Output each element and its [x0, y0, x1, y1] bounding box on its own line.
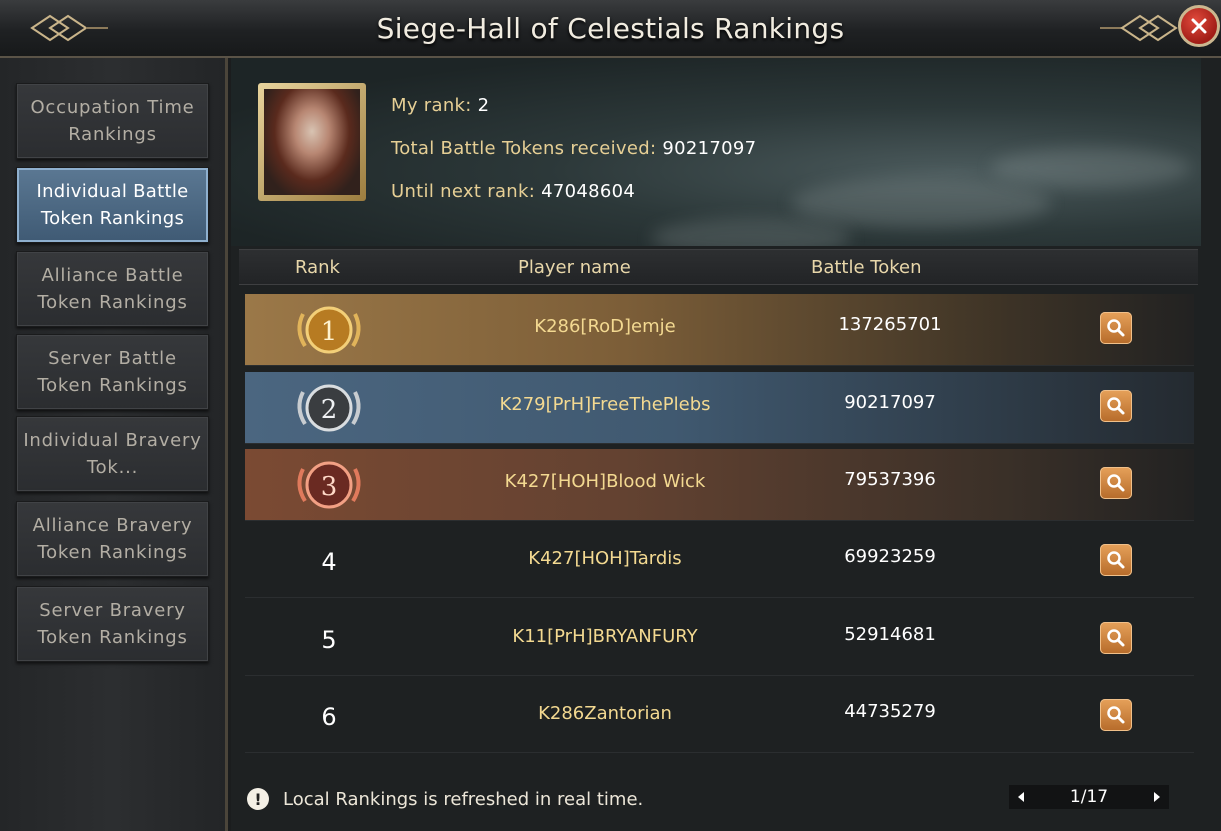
battle-token-value: 79537396	[844, 469, 936, 490]
pagination: 1/17	[1009, 785, 1169, 809]
title-bar: Siege-Hall of Celestials Rankings	[0, 0, 1221, 58]
table-row: 6 K286Zantorian 44735279	[245, 681, 1194, 753]
view-player-button[interactable]	[1100, 467, 1132, 499]
close-icon	[1191, 18, 1207, 34]
rankings-panel: My rank: 2 Total Battle Tokens received: 9…	[231, 58, 1221, 831]
medal-rank-2: 2	[321, 395, 338, 425]
tab-server-battle-token-rankings[interactable]: Server Battle Token Rankings	[16, 334, 209, 410]
next-rank-line: Until next rank: 47048604	[391, 181, 635, 202]
rank-number: 6	[321, 703, 337, 731]
rank-number: 4	[321, 548, 337, 576]
next-page-button[interactable]	[1145, 785, 1169, 809]
total-tokens-line: Total Battle Tokens received: 90217097	[391, 138, 756, 159]
refresh-note-text: Local Rankings is refreshed in real time…	[283, 788, 644, 810]
tab-alliance-battle-token-rankings[interactable]: Alliance Battle Token Rankings	[16, 251, 209, 327]
view-player-button[interactable]	[1100, 699, 1132, 731]
total-tokens-label: Total Battle Tokens received:	[391, 138, 657, 159]
table-row: 2 K279[PrH]FreeThePlebs 90217097	[245, 372, 1194, 444]
battle-token-value: 44735279	[844, 701, 936, 722]
medal-rank-1: 1	[321, 317, 338, 347]
triangle-left-icon	[1018, 792, 1024, 802]
view-player-button[interactable]	[1100, 312, 1132, 344]
silver-medal-icon: 2	[297, 384, 361, 432]
search-icon	[1107, 319, 1125, 337]
rank-medal-gold: 1	[289, 300, 369, 360]
triangle-right-icon	[1154, 792, 1160, 802]
search-icon	[1107, 397, 1125, 415]
search-icon	[1107, 551, 1125, 569]
close-button[interactable]	[1178, 5, 1220, 47]
battle-token-value: 52914681	[844, 624, 936, 645]
tab-occupation-time-rankings[interactable]: Occupation Time Rankings	[16, 83, 209, 159]
table-row: 1 K286[RoD]emje 137265701	[245, 294, 1194, 366]
player-name: K286Zantorian	[538, 703, 672, 724]
tab-server-bravery-token-rankings[interactable]: Server Bravery Token Rankings	[16, 586, 209, 662]
player-name: K427[HOH]Tardis	[528, 548, 682, 569]
refresh-note: ! Local Rankings is refreshed in real ti…	[247, 788, 643, 810]
battle-token-value: 137265701	[838, 314, 942, 335]
tab-individual-bravery-token-rankings[interactable]: Individual Bravery Tok...	[16, 416, 209, 492]
search-icon	[1107, 629, 1125, 647]
profile-header: My rank: 2 Total Battle Tokens received: 9…	[231, 58, 1201, 246]
gold-medal-icon: 1	[297, 306, 361, 354]
table-row: 4 K427[HOH]Tardis 69923259	[245, 526, 1194, 598]
ornament-right-icon	[1100, 14, 1178, 42]
total-tokens-value: 90217097	[662, 138, 757, 159]
table-row: 5 K11[PrH]BRYANFURY 52914681	[245, 604, 1194, 676]
medal-rank-3: 3	[321, 472, 338, 502]
rank-number: 5	[321, 626, 337, 654]
battle-token-value: 69923259	[844, 546, 936, 567]
column-header-battle-token: Battle Token	[811, 257, 922, 278]
search-icon	[1107, 474, 1125, 492]
view-player-button[interactable]	[1100, 390, 1132, 422]
my-rank-line: My rank: 2	[391, 95, 489, 116]
rank-medal-bronze: 3	[289, 455, 369, 515]
bronze-medal-icon: 3	[297, 461, 361, 509]
next-rank-label: Until next rank:	[391, 181, 536, 202]
tab-alliance-bravery-token-rankings[interactable]: Alliance Bravery Token Rankings	[16, 501, 209, 577]
my-rank-value: 2	[477, 95, 490, 116]
player-name: K11[PrH]BRYANFURY	[512, 626, 698, 647]
tab-individual-battle-token-rankings[interactable]: Individual Battle Token Rankings	[16, 167, 209, 243]
view-player-button[interactable]	[1100, 622, 1132, 654]
my-rank-label: My rank:	[391, 95, 472, 116]
player-name: K286[RoD]emje	[534, 316, 676, 337]
column-header-rank: Rank	[295, 257, 340, 278]
player-name: K279[PrH]FreeThePlebs	[499, 394, 711, 415]
prev-page-button[interactable]	[1009, 785, 1033, 809]
view-player-button[interactable]	[1100, 544, 1132, 576]
page-indicator: 1/17	[1069, 787, 1109, 807]
info-icon: !	[247, 788, 269, 810]
search-icon	[1107, 706, 1125, 724]
player-name: K427[HOH]Blood Wick	[504, 471, 706, 492]
rank-medal-silver: 2	[289, 378, 369, 438]
battle-token-value: 90217097	[844, 392, 936, 413]
window-title: Siege-Hall of Celestials Rankings	[376, 12, 845, 45]
player-avatar-frame	[258, 83, 366, 201]
column-header-player-name: Player name	[518, 257, 631, 278]
avatar	[264, 89, 360, 195]
next-rank-value: 47048604	[541, 181, 636, 202]
table-header: Rank Player name Battle Token	[239, 249, 1198, 285]
ranking-category-sidebar: Occupation Time Rankings Individual Batt…	[0, 58, 228, 831]
table-row: 3 K427[HOH]Blood Wick 79537396	[245, 449, 1194, 521]
